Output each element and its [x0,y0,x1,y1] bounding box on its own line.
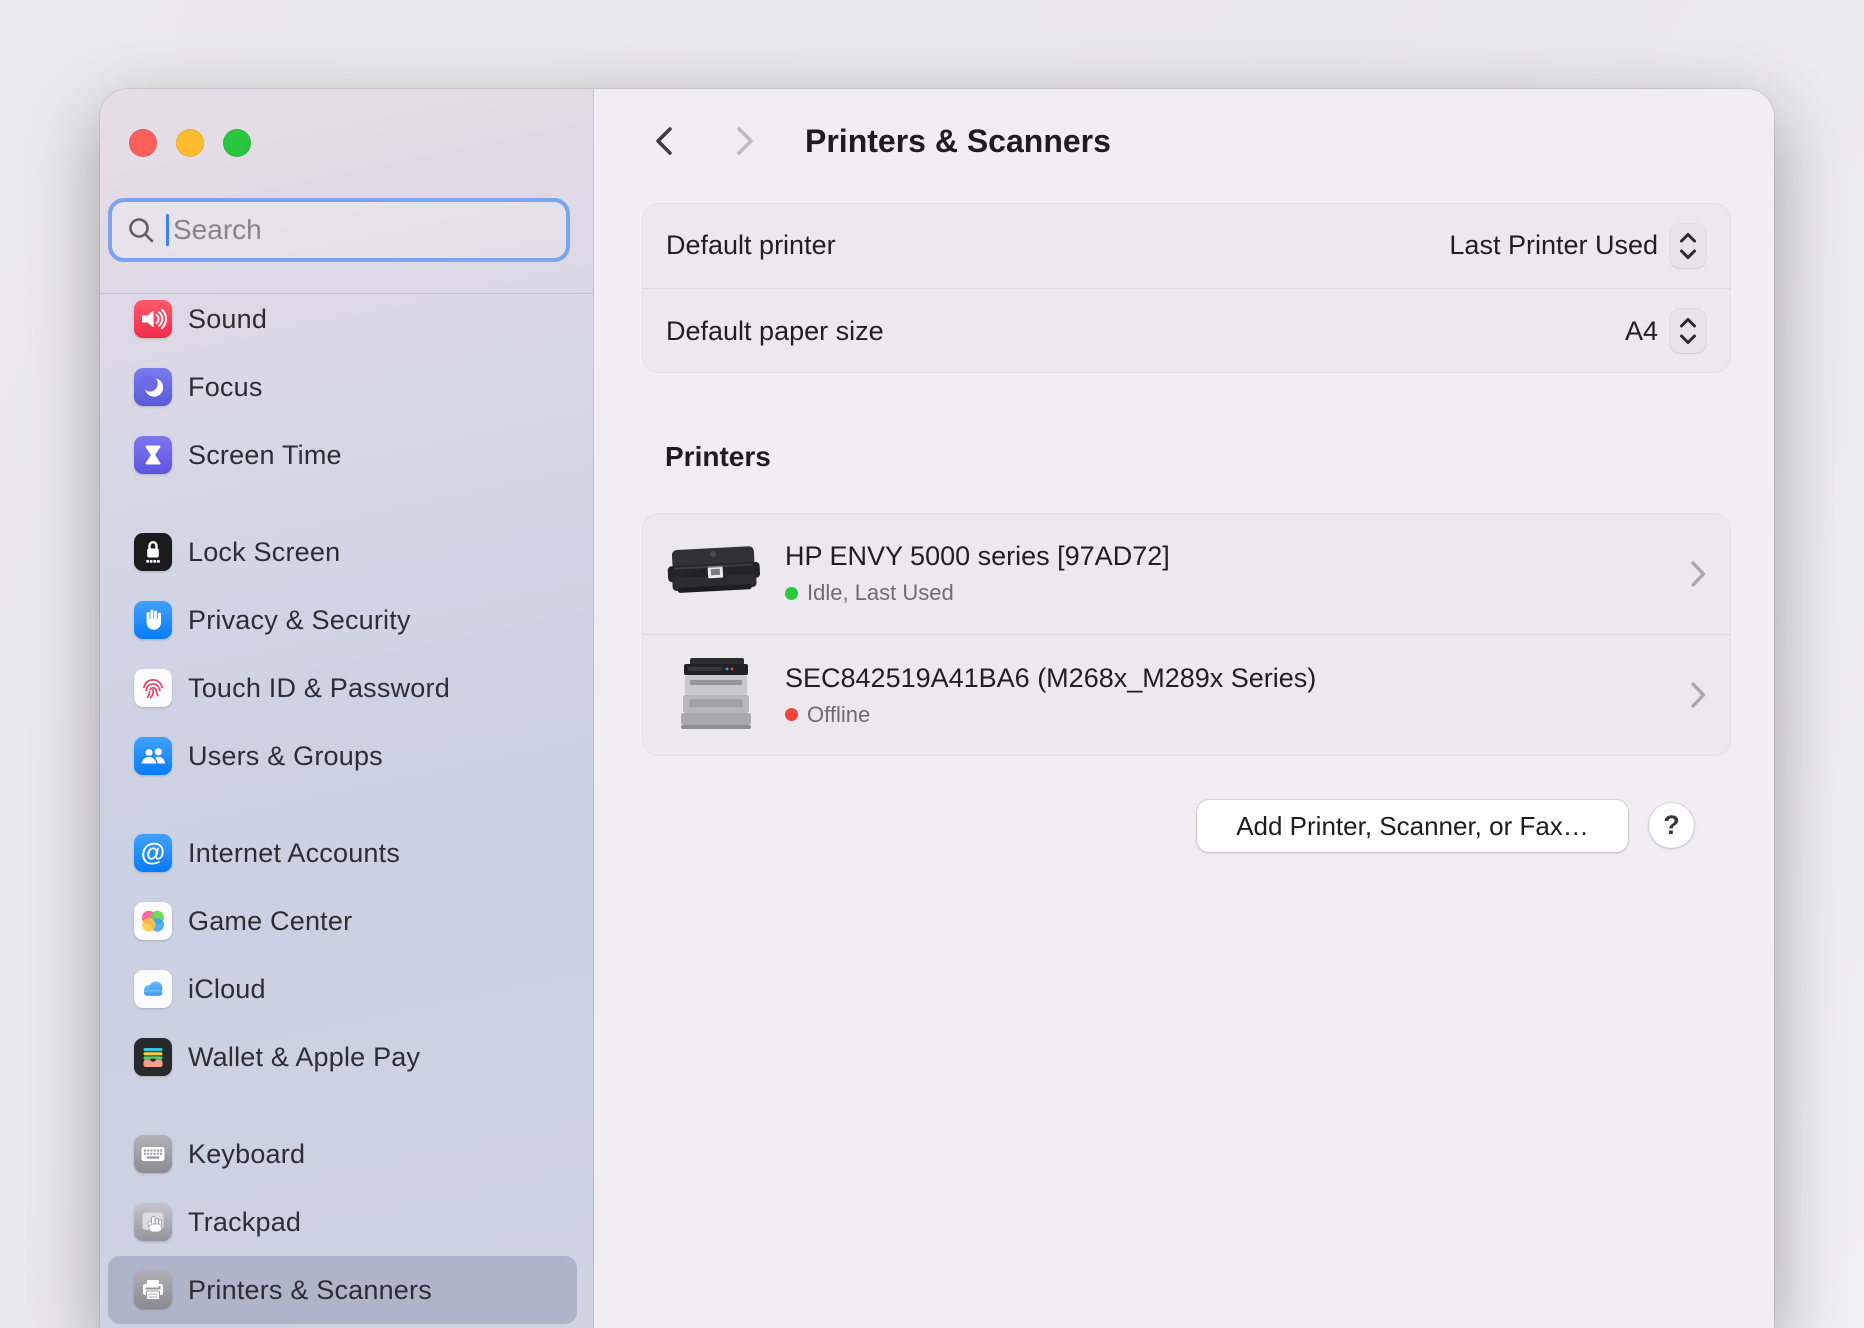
up-down-chevrons-icon [1677,231,1699,261]
printer-status: Idle, Last Used [785,580,1170,606]
sidebar-group: Sound Focus [108,285,577,489]
printers-heading: Printers [665,441,771,473]
default-printer-label: Default printer [666,230,836,261]
chevron-right-icon [1689,680,1707,710]
sidebar-item-internet-accounts[interactable]: @ Internet Accounts [108,819,577,887]
zoom-button[interactable] [223,129,251,157]
sidebar-list: Sound Focus [108,285,577,1328]
lock-icon [134,533,172,571]
printer-info: HP ENVY 5000 series [97AD72] Idle, Last … [785,541,1170,606]
main-panel: Printers & Scanners Default printer Last… [594,89,1774,1328]
back-button[interactable] [643,119,687,163]
sidebar-item-label: Internet Accounts [188,838,400,869]
default-paper-size-row: Default paper size A4 [642,288,1731,373]
sidebar-item-trackpad[interactable]: Trackpad [108,1188,577,1256]
sidebar-group: @ Internet Accounts Game Center [108,819,577,1091]
trackpad-icon [134,1203,172,1241]
sidebar-item-sound[interactable]: Sound [108,285,577,353]
default-paper-size-value: A4 [1625,316,1658,347]
sidebar-item-label: Wallet & Apple Pay [188,1042,420,1073]
printer-icon [134,1271,172,1309]
titlebar: Printers & Scanners [594,89,1774,193]
moon-icon [134,368,172,406]
add-printer-button[interactable]: Add Printer, Scanner, or Fax… [1197,800,1628,852]
text-caret [166,214,169,246]
sidebar-group: Lock Screen Privacy & Security [108,518,577,790]
sidebar-group: Keyboard [108,1120,577,1324]
chevron-left-icon [650,122,680,160]
search-input[interactable]: Search [108,198,570,262]
printer-info: SEC842519A41BA6 (M268x_M289x Series) Off… [785,663,1316,728]
sidebar-item-touch-id[interactable]: Touch ID & Password [108,654,577,722]
default-paper-size-label: Default paper size [666,316,884,347]
cloud-icon [134,970,172,1008]
printer-row-hp-envy[interactable]: HP ENVY 5000 series [97AD72] Idle, Last … [642,513,1731,634]
sidebar-item-label: Printers & Scanners [188,1275,432,1306]
sidebar-item-game-center[interactable]: Game Center [108,887,577,955]
sidebar-item-wallet[interactable]: Wallet & Apple Pay [108,1023,577,1091]
chevron-right-icon [729,122,759,160]
sidebar-item-label: Privacy & Security [188,605,411,636]
sidebar-item-printers-scanners[interactable]: Printers & Scanners [108,1256,577,1324]
inkjet-printer-image [663,537,767,611]
sidebar-item-label: Trackpad [188,1207,301,1238]
default-printer-value: Last Printer Used [1449,230,1658,261]
printer-status: Offline [785,702,1316,728]
default-printer-stepper[interactable] [1670,224,1706,268]
page-title: Printers & Scanners [805,123,1111,160]
sidebar-item-lock-screen[interactable]: Lock Screen [108,518,577,586]
people-icon [134,737,172,775]
printers-card: HP ENVY 5000 series [97AD72] Idle, Last … [642,513,1731,756]
sidebar-item-privacy-security[interactable]: Privacy & Security [108,586,577,654]
minimize-button[interactable] [176,129,204,157]
laser-printer-image [663,658,767,732]
speaker-icon [134,300,172,338]
chevron-right-icon [1689,559,1707,589]
sidebar-item-label: Sound [188,304,267,335]
hourglass-icon [134,436,172,474]
default-settings-card: Default printer Last Printer Used Defaul… [642,203,1731,373]
status-text: Idle, Last Used [807,580,954,606]
sidebar-item-screen-time[interactable]: Screen Time [108,421,577,489]
printer-row-sec[interactable]: SEC842519A41BA6 (M268x_M289x Series) Off… [642,634,1731,755]
at-icon: @ [134,834,172,872]
sidebar-item-focus[interactable]: Focus [108,353,577,421]
sidebar-item-keyboard[interactable]: Keyboard [108,1120,577,1188]
sidebar-item-label: Keyboard [188,1139,305,1170]
keyboard-icon [134,1135,172,1173]
up-down-chevrons-icon [1677,316,1699,346]
sidebar-item-label: Touch ID & Password [188,673,450,704]
system-settings-window: Search Sound [100,89,1774,1328]
wallet-icon [134,1038,172,1076]
sidebar-item-label: Users & Groups [188,741,383,772]
status-text: Offline [807,702,870,728]
bubbles-icon [134,902,172,940]
search-icon [126,215,156,245]
sidebar-item-label: Screen Time [188,440,342,471]
fingerprint-icon [134,669,172,707]
default-paper-size-stepper[interactable] [1670,309,1706,353]
close-button[interactable] [129,129,157,157]
sidebar-item-label: Game Center [188,906,352,937]
traffic-lights [129,129,251,157]
status-dot-offline [785,708,798,721]
sidebar-item-label: iCloud [188,974,266,1005]
sidebar-item-icloud[interactable]: iCloud [108,955,577,1023]
sidebar-item-label: Lock Screen [188,537,340,568]
status-dot-idle [785,587,798,600]
printer-name: HP ENVY 5000 series [97AD72] [785,541,1170,572]
sidebar-item-label: Focus [188,372,263,403]
search-placeholder: Search [173,214,262,246]
sidebar-item-users-groups[interactable]: Users & Groups [108,722,577,790]
help-button[interactable]: ? [1649,803,1694,848]
forward-button[interactable] [722,119,766,163]
printer-name: SEC842519A41BA6 (M268x_M289x Series) [785,663,1316,694]
sidebar: Search Sound [100,89,594,1328]
default-printer-row: Default printer Last Printer Used [642,203,1731,288]
hand-icon [134,601,172,639]
